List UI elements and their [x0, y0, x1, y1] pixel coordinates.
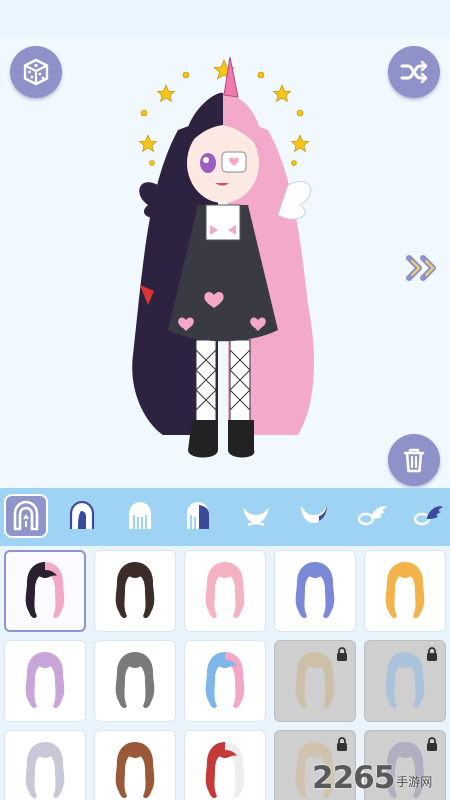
hairstyle-thumbnail-icon	[25, 652, 65, 709]
lock-icon	[337, 737, 347, 751]
random-button[interactable]	[10, 46, 62, 98]
hairstyle-thumbnail-icon	[205, 742, 245, 799]
hairstyle-thumbnail-icon	[205, 562, 245, 619]
hair-item[interactable]	[4, 550, 86, 632]
hair-full-icon	[13, 500, 39, 531]
hair-item[interactable]	[4, 730, 86, 800]
hair-item[interactable]	[94, 640, 176, 722]
shuffle-icon	[400, 60, 428, 84]
hair-front-icon	[69, 500, 95, 529]
top-bar	[0, 0, 450, 38]
hairstyle-thumbnail-icon	[25, 562, 65, 619]
hair-item[interactable]	[94, 730, 176, 800]
hair-item[interactable]	[364, 550, 446, 632]
hairstyle-thumbnail-icon	[295, 562, 335, 619]
watermark-number: 2265	[312, 760, 395, 796]
watermark-suffix: 手游网	[396, 775, 433, 789]
hairstyle-thumbnail-icon	[115, 652, 155, 709]
hair-item[interactable]	[184, 550, 266, 632]
category-tab-bar	[0, 488, 450, 546]
tab-hair-front[interactable]	[60, 494, 104, 538]
lock-icon	[427, 737, 437, 751]
wings-icon	[357, 506, 387, 526]
tab-horns[interactable]	[234, 494, 278, 538]
hairstyle-thumbnail-icon	[385, 562, 425, 619]
character-illustration	[132, 56, 314, 458]
shuffle-button[interactable]	[388, 46, 440, 98]
watermark: 2265 手游网	[312, 752, 448, 796]
tab-hair-full[interactable]	[4, 494, 48, 538]
wings-alt-icon	[413, 506, 443, 526]
trash-icon	[403, 448, 425, 473]
tab-horns-alt[interactable]	[292, 494, 336, 538]
double-chevron-right-icon[interactable]	[404, 252, 444, 284]
hair-item[interactable]	[94, 550, 176, 632]
hair-item[interactable]	[364, 640, 446, 722]
dice-icon	[23, 58, 49, 86]
hair-item[interactable]	[184, 640, 266, 722]
hair-item[interactable]	[274, 550, 356, 632]
hair-side-icon	[187, 502, 209, 529]
tab-hair-side[interactable]	[176, 494, 220, 538]
tab-wings[interactable]	[350, 494, 394, 538]
trash-button[interactable]	[388, 434, 440, 486]
hair-back-icon	[129, 502, 151, 529]
hairstyle-thumbnail-icon	[115, 742, 155, 799]
tab-wings-alt[interactable]	[406, 494, 450, 538]
hairstyle-thumbnail-icon	[25, 742, 65, 799]
lock-icon	[337, 647, 347, 661]
horns-icon	[243, 507, 269, 527]
horns-alt-icon	[301, 505, 327, 523]
tab-hair-back[interactable]	[118, 494, 162, 538]
hair-item[interactable]	[184, 730, 266, 800]
hairstyle-thumbnail-icon	[115, 562, 155, 619]
lock-icon	[427, 647, 437, 661]
hairstyle-thumbnail-icon	[205, 652, 245, 709]
hair-item[interactable]	[274, 640, 356, 722]
hair-item[interactable]	[4, 640, 86, 722]
